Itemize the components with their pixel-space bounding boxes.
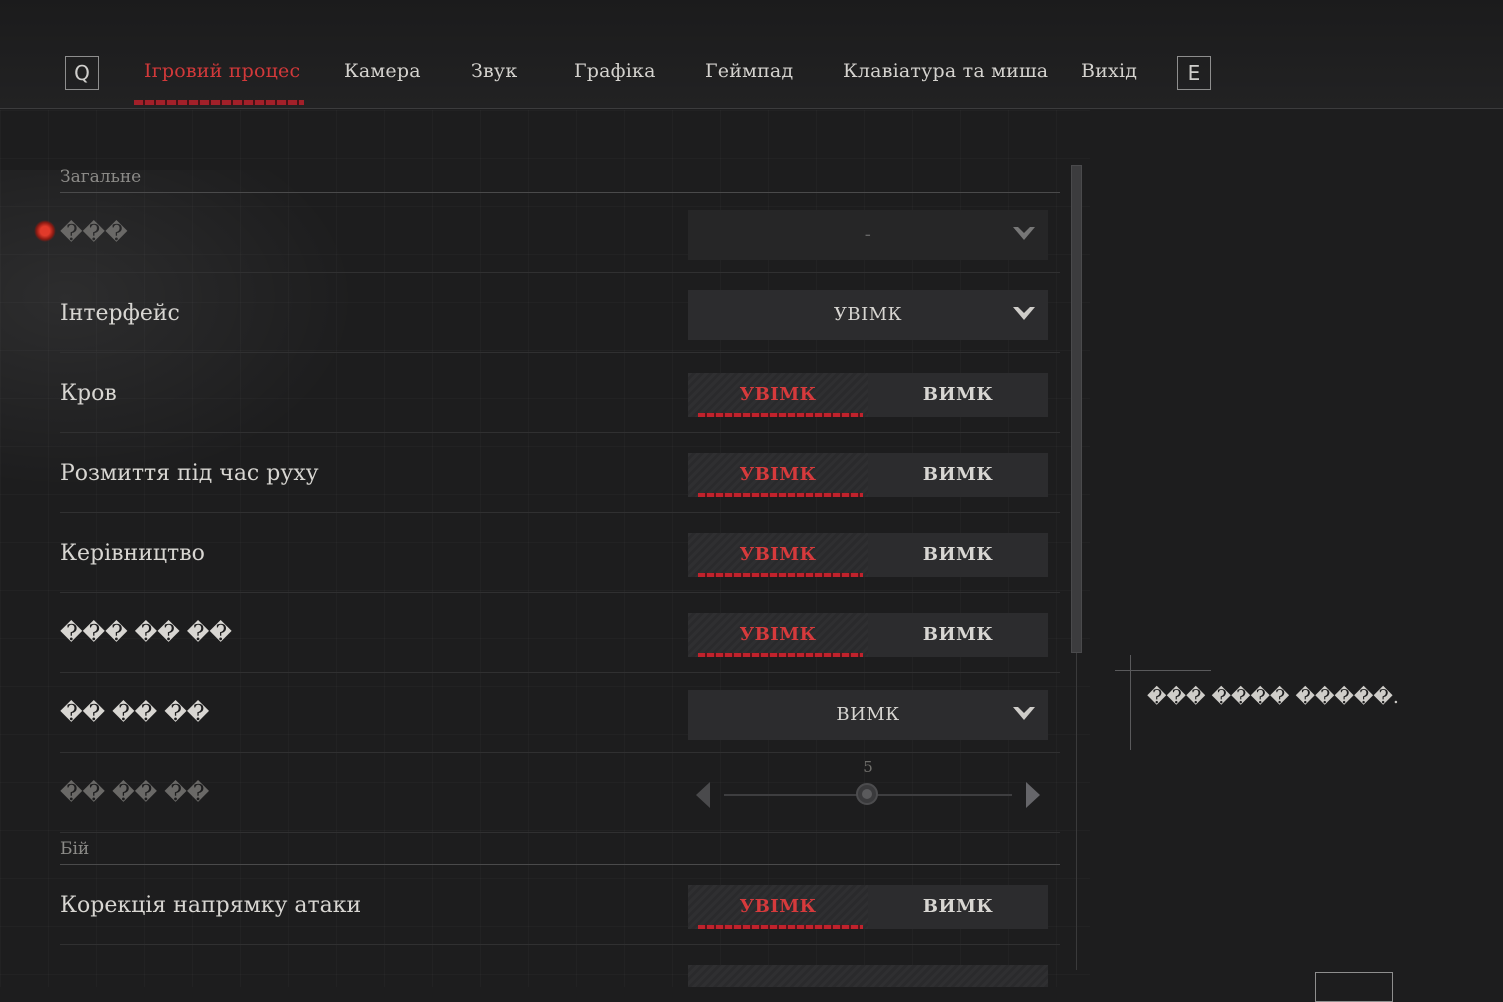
chevron-down-icon xyxy=(1013,227,1035,240)
setting-label-5: ��� �� �� xyxy=(60,621,232,646)
top-nav-bar: Q Ігровий процес Камера Звук Графіка Гей… xyxy=(0,0,1503,109)
row-divider xyxy=(60,672,1060,673)
toggle-on-option[interactable]: УВІМК xyxy=(688,533,868,577)
scrollbar-thumb[interactable] xyxy=(1071,165,1082,653)
tab-keyboard-mouse[interactable]: Клавіатура та миша xyxy=(843,60,1048,82)
setting-toggle-5: УВІМК ВИМК xyxy=(688,613,1048,657)
dropdown-value: УВІМК xyxy=(833,304,903,325)
row-divider xyxy=(60,592,1060,593)
setting-label-interface: Інтерфейс xyxy=(60,301,180,326)
toggle-off-option[interactable]: ВИМК xyxy=(868,613,1048,657)
interface-dropdown[interactable]: УВІМК xyxy=(688,290,1048,340)
tab-exit[interactable]: Вихід xyxy=(1081,60,1137,82)
setting-dropdown-0[interactable]: - xyxy=(688,210,1048,260)
section-divider xyxy=(60,864,1060,865)
slider-value: 5 xyxy=(863,758,873,776)
dropdown-value: ВИМК xyxy=(836,704,900,725)
setting-label-6: �� �� �� xyxy=(60,701,210,726)
chevron-down-icon xyxy=(1013,307,1035,320)
selected-underline xyxy=(698,925,863,929)
bottom-key-hint[interactable] xyxy=(1315,972,1393,1002)
tab-graphics[interactable]: Графіка xyxy=(574,60,656,82)
toggle-off-option[interactable]: ВИМК xyxy=(868,373,1048,417)
section-divider xyxy=(60,192,1060,193)
toggle-on-option[interactable]: УВІМК xyxy=(688,885,868,929)
chevron-down-icon xyxy=(1013,707,1035,720)
setting-label-motion-blur: Розмиття під час руху xyxy=(60,461,319,486)
toggle-off-option[interactable]: ВИМК xyxy=(868,885,1048,929)
toggle-off-option[interactable]: ВИМК xyxy=(868,533,1048,577)
setting-description: ��� ���� �����. xyxy=(1147,686,1399,708)
toggle-on-option[interactable]: УВІМК xyxy=(688,373,868,417)
active-tab-underline xyxy=(134,100,304,105)
dropdown-value: - xyxy=(864,224,872,245)
toggle-off-option[interactable]: ВИМК xyxy=(868,453,1048,497)
blood-toggle: УВІМК ВИМК xyxy=(688,373,1048,417)
selected-underline xyxy=(698,493,863,497)
row-divider xyxy=(60,832,1060,833)
row-divider xyxy=(60,752,1060,753)
row-divider xyxy=(60,272,1060,273)
setting-dropdown-6[interactable]: ВИМК xyxy=(688,690,1048,740)
slider-increase-arrow-icon[interactable] xyxy=(1026,782,1040,808)
attack-correction-toggle: УВІМК ВИМК xyxy=(688,885,1048,929)
section-combat-label: Бій xyxy=(60,839,90,859)
slider-handle[interactable] xyxy=(856,783,878,805)
setting-label-attack-correction: Корекція напрямку атаки xyxy=(60,893,362,918)
row-divider xyxy=(60,432,1060,433)
selected-underline xyxy=(698,413,863,417)
section-general-label: Загальне xyxy=(60,167,142,187)
motion-blur-toggle: УВІМК ВИМК xyxy=(688,453,1048,497)
next-tab-key[interactable]: E xyxy=(1177,56,1211,90)
background-smoke xyxy=(0,170,360,490)
selection-ember-icon xyxy=(34,220,56,242)
row-divider xyxy=(60,512,1060,513)
tab-gameplay[interactable]: Ігровий процес xyxy=(144,60,300,82)
row-divider xyxy=(60,944,1060,945)
tab-sound[interactable]: Звук xyxy=(471,60,517,82)
selected-underline xyxy=(698,653,863,657)
description-frame-line xyxy=(1130,655,1131,750)
row-divider xyxy=(60,352,1060,353)
prev-tab-key[interactable]: Q xyxy=(65,56,99,90)
tab-camera[interactable]: Камера xyxy=(344,60,421,82)
toggle-on-option[interactable]: УВІМК xyxy=(688,453,868,497)
slider-decrease-arrow-icon[interactable] xyxy=(696,782,710,808)
setting-label-guide: Керівництво xyxy=(60,541,205,566)
setting-toggle-partial[interactable] xyxy=(688,965,1048,987)
guide-toggle: УВІМК ВИМК xyxy=(688,533,1048,577)
toggle-on-option[interactable]: УВІМК xyxy=(688,613,868,657)
selected-underline xyxy=(698,573,863,577)
setting-label-blood: Кров xyxy=(60,381,117,406)
setting-label-0: ��� xyxy=(60,221,128,246)
setting-label-7: �� �� �� xyxy=(60,781,210,806)
tab-gamepad[interactable]: Геймпад xyxy=(705,60,793,82)
